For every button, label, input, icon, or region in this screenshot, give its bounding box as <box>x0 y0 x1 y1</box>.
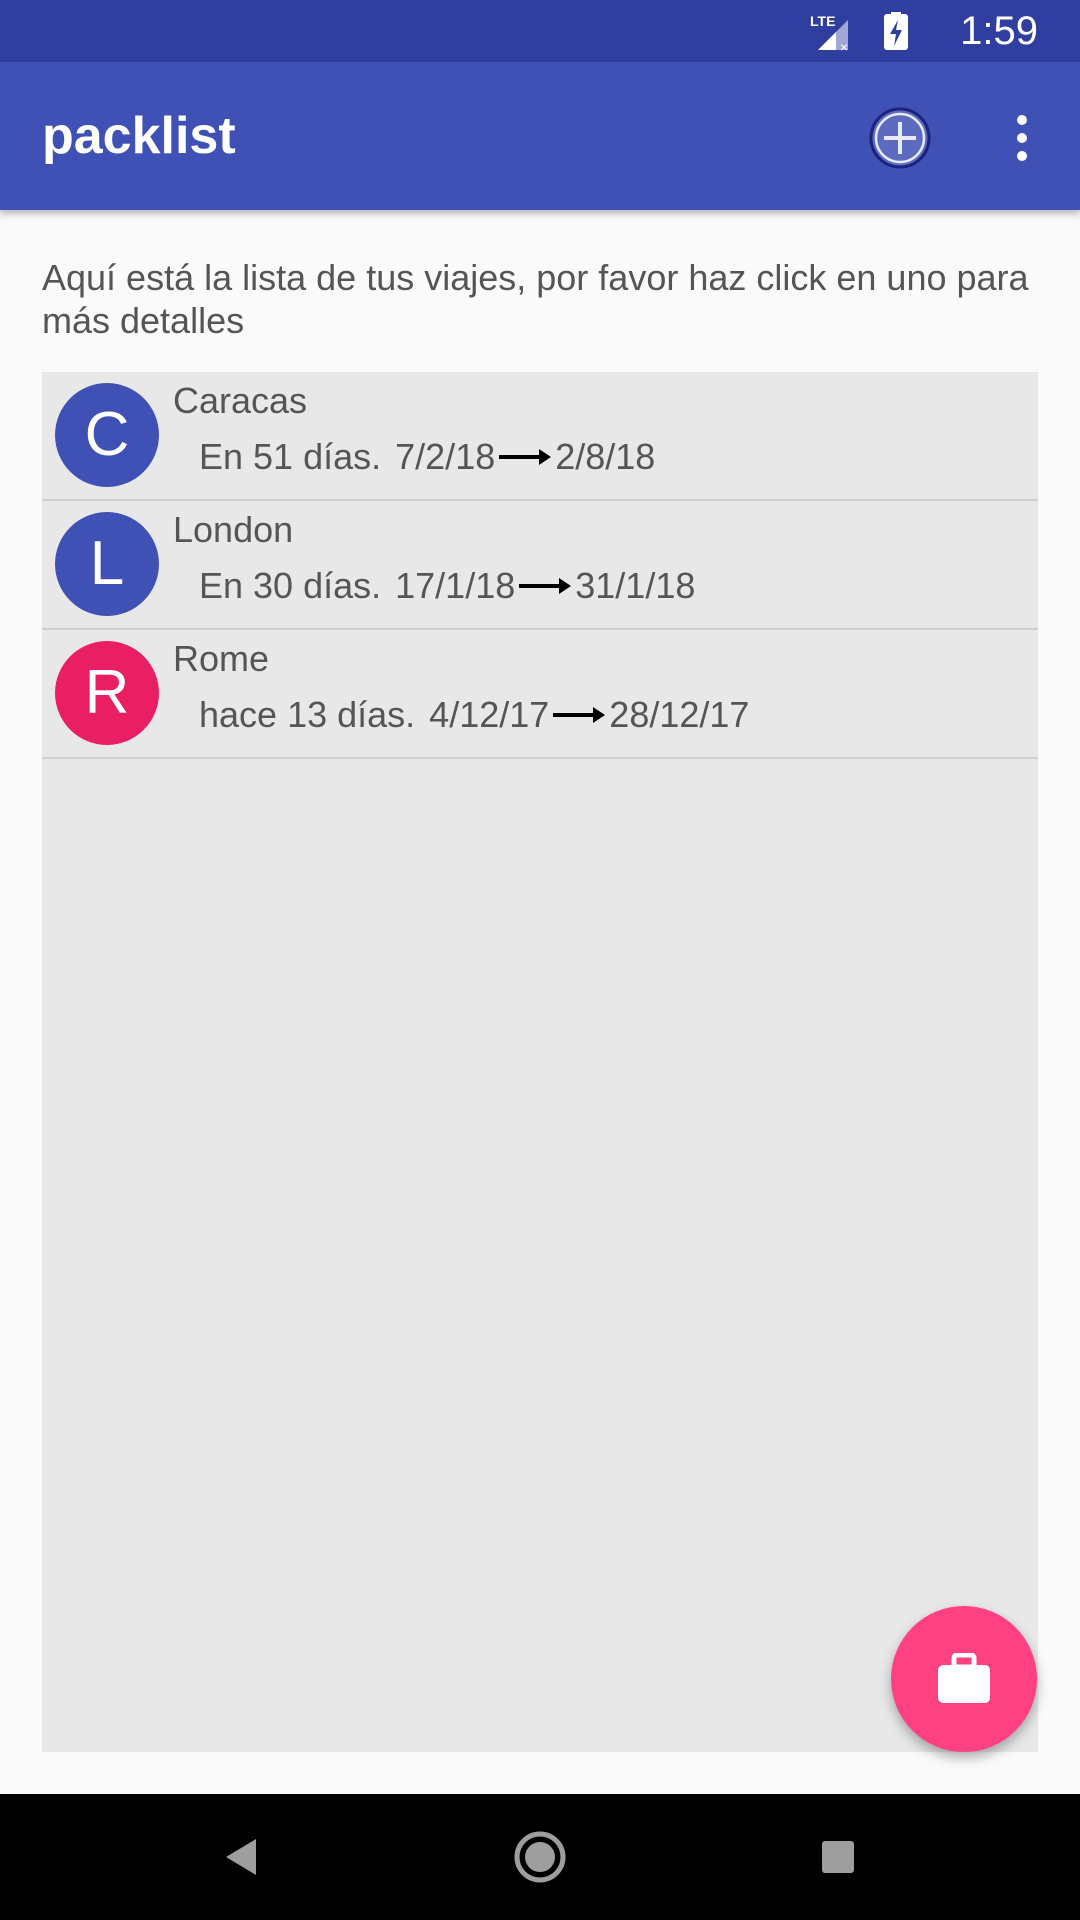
battery-charging-icon <box>884 12 908 50</box>
svg-text:×: × <box>840 39 848 52</box>
trip-name: Rome <box>173 638 270 679</box>
trip-avatar: C <box>55 383 159 487</box>
trip-row-london[interactable]: L London En 30 días. 17/1/18 31/1/18 <box>42 501 1038 630</box>
trip-meta: hace 13 días. 4/12/17 28/12/17 <box>199 694 749 736</box>
app-title: packlist <box>42 107 236 165</box>
trip-meta: En 30 días. 17/1/18 31/1/18 <box>199 565 695 607</box>
lte-signal-icon: LTE × <box>810 13 848 52</box>
arrow-right-icon <box>553 707 606 723</box>
trip-list: C Caracas En 51 días. 7/2/18 2/8/18 L Lo… <box>42 372 1038 1752</box>
trip-relative-time: En 30 días. <box>199 565 382 606</box>
status-icons: LTE × <box>810 12 908 52</box>
trip-relative-time: En 51 días. <box>199 436 382 477</box>
new-trip-fab[interactable] <box>891 1606 1037 1752</box>
trip-meta: En 51 días. 7/2/18 2/8/18 <box>199 436 655 478</box>
arrow-right-icon <box>519 578 572 594</box>
status-time: 1:59 <box>960 9 1038 53</box>
add-circle-icon <box>869 107 931 169</box>
system-nav-bar <box>0 1794 1080 1920</box>
arrow-right-icon <box>499 449 552 465</box>
trip-start-date: 17/1/18 <box>395 565 516 606</box>
trip-row-caracas[interactable]: C Caracas En 51 días. 7/2/18 2/8/18 <box>42 372 1038 501</box>
more-vert-icon <box>1017 115 1027 161</box>
app-bar: packlist <box>0 62 1080 210</box>
home-icon <box>514 1831 566 1883</box>
add-trip-button[interactable] <box>868 106 932 170</box>
overflow-menu-button[interactable] <box>1000 106 1044 170</box>
trip-end-date: 2/8/18 <box>555 436 656 477</box>
trip-relative-time: hace 13 días. <box>199 694 416 735</box>
trip-row-rome[interactable]: R Rome hace 13 días. 4/12/17 28/12/17 <box>42 630 1038 759</box>
status-bar: LTE × 1:59 <box>0 0 1080 62</box>
intro-text: Aquí está la lista de tus viajes, por fa… <box>42 257 1029 341</box>
trip-start-date: 4/12/17 <box>429 694 550 735</box>
trip-end-date: 28/12/17 <box>609 694 750 735</box>
trip-avatar: R <box>55 641 159 745</box>
trip-start-date: 7/2/18 <box>395 436 496 477</box>
trip-avatar: L <box>55 512 159 616</box>
nav-back-button[interactable] <box>212 1827 272 1887</box>
nav-home-button[interactable] <box>510 1827 570 1887</box>
briefcase-icon <box>938 1653 990 1703</box>
trip-end-date: 31/1/18 <box>575 565 696 606</box>
trip-name: London <box>173 509 294 550</box>
recents-icon <box>822 1841 854 1873</box>
back-icon <box>226 1839 256 1875</box>
trip-name: Caracas <box>173 380 308 421</box>
nav-recents-button[interactable] <box>808 1827 868 1887</box>
svg-text:LTE: LTE <box>810 13 835 29</box>
